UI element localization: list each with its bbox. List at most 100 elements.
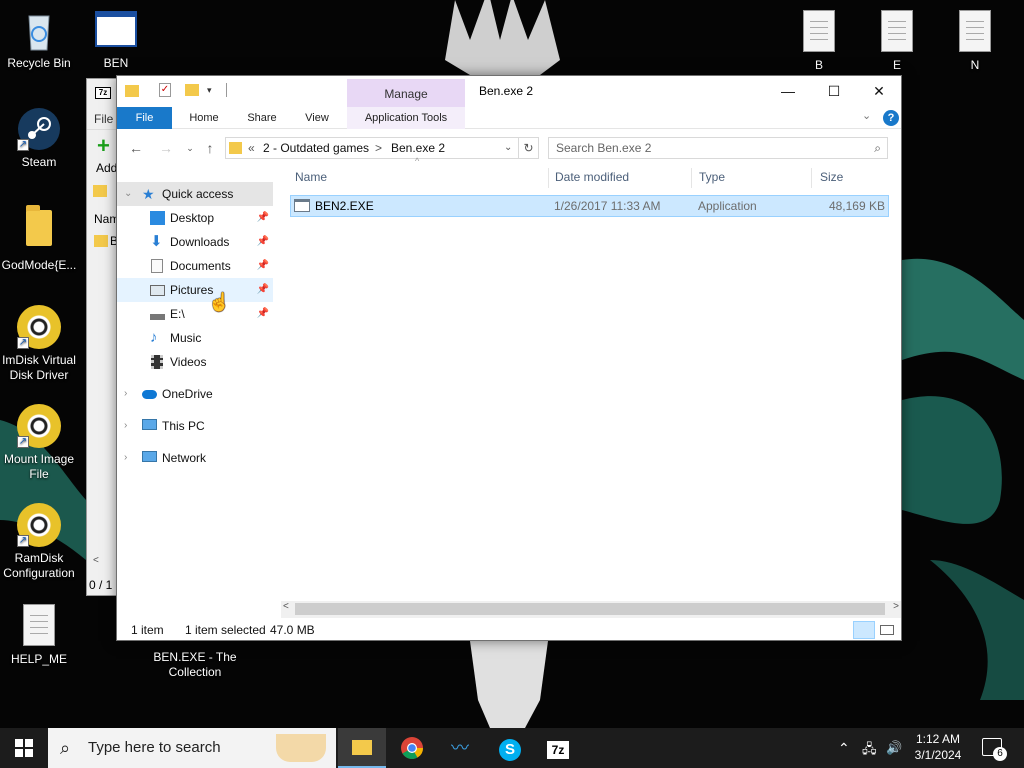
new-folder-icon[interactable] bbox=[185, 84, 199, 96]
7zip-scroll-left[interactable]: < bbox=[93, 555, 99, 566]
dolphin-taskbar-button[interactable]: 〰 bbox=[436, 728, 484, 768]
ribbon-tabs: File Home Share View Application Tools ⌄… bbox=[117, 107, 901, 129]
nav-quick-access[interactable]: ⌄ ★ Quick access bbox=[117, 182, 273, 206]
7zip-menu-file[interactable]: File bbox=[94, 112, 113, 126]
file-explorer-taskbar-button[interactable] bbox=[338, 728, 386, 768]
column-name[interactable]: Name bbox=[295, 164, 327, 190]
large-icons-view-icon[interactable] bbox=[880, 625, 894, 635]
file-e-label: E bbox=[892, 58, 901, 72]
network-icon[interactable]: 🖧 bbox=[862, 740, 877, 762]
volume-icon[interactable]: 🔊 bbox=[886, 740, 902, 756]
horizontal-scrollbar[interactable]: < > bbox=[281, 601, 901, 618]
mouse-cursor: ☝ bbox=[208, 292, 231, 312]
column-divider[interactable] bbox=[548, 168, 549, 188]
scrollbar-thumb[interactable] bbox=[295, 603, 885, 615]
nav-music[interactable]: ♪ Music bbox=[117, 326, 273, 350]
skype-taskbar-button[interactable]: S bbox=[486, 728, 534, 768]
nav-downloads[interactable]: ⬇ Downloads 📌 bbox=[117, 230, 273, 254]
tab-home[interactable]: Home bbox=[179, 107, 229, 129]
back-button[interactable]: ← bbox=[126, 138, 146, 158]
column-divider[interactable] bbox=[811, 168, 812, 188]
file-n[interactable]: N bbox=[936, 8, 1014, 73]
start-button[interactable] bbox=[0, 728, 48, 768]
file-size: 48,169 KB bbox=[828, 199, 885, 213]
tab-share[interactable]: Share bbox=[237, 107, 287, 129]
nav-this-pc[interactable]: › This PC bbox=[117, 414, 273, 438]
godmode-folder[interactable]: GodMode{E... bbox=[0, 205, 78, 273]
scroll-left-icon[interactable]: < bbox=[283, 601, 289, 612]
chevron-down-icon[interactable]: ⌄ bbox=[124, 182, 132, 206]
column-divider[interactable] bbox=[691, 168, 692, 188]
text-file-icon bbox=[797, 10, 841, 54]
maximize-button[interactable]: ☐ bbox=[811, 76, 857, 106]
column-date-modified[interactable]: Date modified bbox=[555, 164, 629, 190]
pin-icon[interactable]: 📌 bbox=[257, 278, 269, 302]
nav-documents-label: Documents bbox=[170, 259, 231, 273]
taskbar-search-input[interactable]: ⌕ Type here to search bbox=[48, 728, 336, 768]
nav-desktop[interactable]: Desktop 📌 bbox=[117, 206, 273, 230]
ribbon-expand-icon[interactable]: ⌄ bbox=[862, 109, 871, 122]
title-bar[interactable]: ✓ ▾ Manage Ben.exe 2 — ☐ ✕ bbox=[117, 76, 901, 107]
breadcrumb-ben-exe-2[interactable]: Ben.exe 2 bbox=[391, 138, 445, 158]
file-explorer-window[interactable]: ✓ ▾ Manage Ben.exe 2 — ☐ ✕ File Home Sha… bbox=[116, 75, 902, 641]
pin-icon[interactable]: 📌 bbox=[257, 230, 269, 254]
address-dropdown-icon[interactable]: ⌄ bbox=[504, 138, 512, 158]
nav-documents[interactable]: Documents 📌 bbox=[117, 254, 273, 278]
search-input[interactable]: Search Ben.exe 2 ⌕ bbox=[548, 137, 888, 159]
steam-icon: ↗ bbox=[17, 107, 61, 151]
breadcrumb-outdated-games[interactable]: 2 - Outdated games bbox=[263, 138, 369, 158]
nav-onedrive[interactable]: › OneDrive bbox=[117, 382, 273, 406]
ben-shortcut[interactable]: BEN bbox=[77, 8, 155, 71]
7zip-icon: 7z bbox=[547, 741, 569, 759]
nav-network[interactable]: › Network bbox=[117, 446, 273, 470]
pin-icon[interactable]: 📌 bbox=[257, 206, 269, 230]
help-icon[interactable]: ? bbox=[883, 110, 899, 126]
chevron-right-icon[interactable]: › bbox=[124, 382, 127, 406]
nav-e-drive[interactable]: E:\ 📌 bbox=[117, 302, 273, 326]
tab-manage[interactable]: Manage bbox=[347, 79, 465, 107]
tab-application-tools[interactable]: Application Tools bbox=[347, 107, 465, 129]
pin-icon[interactable]: 📌 bbox=[257, 302, 269, 326]
address-bar[interactable]: « 2 - Outdated games > Ben.exe 2 ⌄ bbox=[225, 137, 519, 159]
pin-icon[interactable]: 📌 bbox=[257, 254, 269, 278]
close-button[interactable]: ✕ bbox=[856, 76, 902, 106]
help-me-label: HELP_ME bbox=[10, 652, 68, 666]
forward-button[interactable]: → bbox=[156, 138, 176, 158]
file-e[interactable]: E bbox=[858, 8, 936, 73]
recent-locations-button[interactable]: ⌄ bbox=[180, 138, 200, 158]
up-button[interactable]: ↑ bbox=[200, 138, 220, 158]
qat-dropdown-icon[interactable]: ▾ bbox=[207, 85, 212, 96]
file-row-ben2[interactable]: BEN2.EXE 1/26/2017 11:33 AM Application … bbox=[290, 195, 889, 217]
tab-view[interactable]: View bbox=[293, 107, 341, 129]
imdisk-shortcut[interactable]: ↗ ImDisk Virtual Disk Driver bbox=[0, 305, 78, 383]
nav-videos[interactable]: Videos bbox=[117, 350, 273, 374]
chrome-taskbar-button[interactable] bbox=[388, 728, 436, 768]
recycle-bin-icon[interactable]: Recycle Bin bbox=[0, 8, 78, 71]
mount-image-shortcut[interactable]: ↗ Mount Image File bbox=[0, 404, 78, 482]
7zip-app-icon: 7z bbox=[95, 87, 111, 99]
chevron-right-icon[interactable]: › bbox=[124, 446, 127, 470]
file-list[interactable]: ^ Name Date modified Type Size BEN2.EXE … bbox=[285, 156, 897, 594]
column-type[interactable]: Type bbox=[699, 164, 725, 190]
file-b-label: B bbox=[814, 58, 823, 72]
notification-center-button[interactable]: 6 bbox=[982, 738, 1007, 761]
add-icon[interactable]: + bbox=[97, 135, 110, 157]
scroll-right-icon[interactable]: > bbox=[893, 601, 899, 612]
chevron-right-icon[interactable]: › bbox=[124, 414, 127, 438]
help-me-file[interactable]: HELP_ME bbox=[0, 602, 78, 667]
tab-file[interactable]: File bbox=[117, 107, 172, 129]
file-b[interactable]: B bbox=[780, 8, 858, 73]
up-folder-icon[interactable] bbox=[93, 185, 107, 197]
properties-icon[interactable]: ✓ bbox=[159, 83, 171, 97]
clock[interactable]: 1:12 AM 3/1/2024 bbox=[908, 731, 968, 763]
7zip-taskbar-button[interactable]: 7z bbox=[534, 728, 582, 768]
address-overflow[interactable]: « bbox=[248, 138, 255, 158]
ramdisk-shortcut[interactable]: ↗ RamDisk Configuration bbox=[0, 503, 78, 581]
details-view-icon[interactable] bbox=[853, 621, 875, 639]
chevron-up-icon[interactable]: ⌃ bbox=[838, 740, 850, 757]
steam-shortcut[interactable]: ↗ Steam bbox=[0, 107, 78, 170]
nav-pictures[interactable]: Pictures 📌 bbox=[117, 278, 273, 302]
column-size[interactable]: Size bbox=[820, 164, 843, 190]
minimize-button[interactable]: — bbox=[765, 76, 811, 106]
refresh-button[interactable]: ↻ bbox=[519, 137, 539, 159]
